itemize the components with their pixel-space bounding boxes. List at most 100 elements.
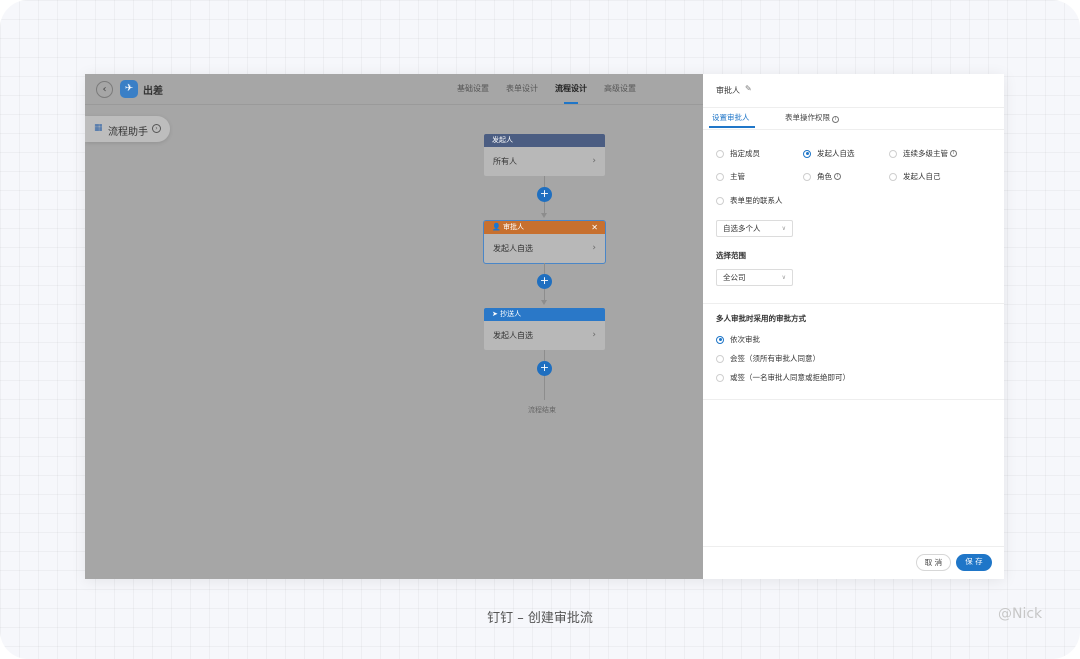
option-form-contact[interactable]: 表单里的联系人 — [716, 195, 783, 206]
save-button[interactable]: 保 存 — [956, 554, 992, 571]
tab-form-permissions[interactable]: 表单操作权限 i — [785, 112, 839, 123]
method-or-sign[interactable]: 或签（一名审批人同意或拒绝即可） — [716, 372, 850, 383]
node-head: 发起人 — [484, 134, 605, 147]
chevron-right-icon: › — [592, 156, 596, 166]
select-value: 自选多个人 — [723, 224, 761, 233]
arrow-down-icon — [541, 300, 547, 305]
radio[interactable] — [889, 149, 897, 158]
radio[interactable] — [716, 149, 724, 158]
method-sequential[interactable]: 依次审批 — [716, 334, 760, 345]
tab-form-permissions-label: 表单操作权限 — [785, 113, 830, 122]
flow-node-approver[interactable]: 👤 审批人 ✕ 发起人自选 › — [483, 220, 606, 264]
divider — [703, 546, 1004, 547]
tab-flow-design[interactable]: 流程设计 — [555, 83, 587, 104]
node-body: 发起人自选 › — [484, 234, 605, 263]
info-icon: i — [834, 173, 841, 180]
node-body: 发起人自选 › — [484, 321, 605, 350]
cancel-button[interactable]: 取 消 — [916, 554, 951, 571]
option-label: 连续多级主管 — [903, 149, 948, 158]
radio[interactable] — [716, 354, 724, 363]
info-icon: i — [950, 150, 957, 157]
method-countersign[interactable]: 会签（须所有审批人同意） — [716, 353, 820, 364]
info-icon: i — [832, 116, 839, 123]
node-head: 👤 审批人 ✕ — [484, 221, 605, 234]
grid-icon: ▦ — [94, 123, 103, 133]
option-label: 会签（须所有审批人同意） — [730, 354, 820, 363]
option-label: 指定成员 — [730, 149, 760, 158]
option-label: 发起人自己 — [903, 172, 941, 181]
option-label: 或签（一名审批人同意或拒绝即可） — [730, 373, 850, 382]
option-role[interactable]: 角色 i — [803, 171, 841, 182]
radio[interactable] — [716, 172, 724, 181]
option-label: 表单里的联系人 — [730, 196, 783, 205]
caption: 钉钉 – 创建审批流 — [487, 611, 593, 626]
radio-checked[interactable] — [803, 149, 811, 158]
option-label: 发起人自选 — [817, 149, 855, 158]
back-button[interactable]: ‹ — [96, 81, 113, 98]
option-supervisor[interactable]: 主管 — [716, 171, 745, 182]
node-body: 所有人 › — [484, 147, 605, 176]
flow-helper-label: 流程助手 — [108, 127, 148, 138]
divider — [703, 399, 1004, 400]
node-body-label: 发起人自选 — [493, 244, 533, 253]
connector-line — [544, 376, 545, 400]
node-head: ➤ 抄送人 — [484, 308, 605, 321]
radio[interactable] — [716, 373, 724, 382]
plane-icon: ✈ — [120, 80, 138, 98]
chevron-down-icon: ∨ — [781, 274, 786, 281]
page-title: 出差 — [143, 86, 163, 97]
select-mode-dropdown[interactable]: 自选多个人 ∨ — [716, 220, 793, 237]
watermark: @Nick — [998, 606, 1043, 622]
panel-title: 审批人 — [716, 86, 740, 95]
app-window: ‹ ✈ 出差 基础设置 表单设计 流程设计 高级设置 ▦ 流程助手 › 发起人 … — [85, 74, 1004, 579]
scope-dropdown[interactable]: 全公司 ∨ — [716, 269, 793, 286]
node-body-label: 所有人 — [493, 157, 517, 166]
divider — [703, 107, 1004, 108]
radio[interactable] — [889, 172, 897, 181]
radio[interactable] — [803, 172, 811, 181]
option-label: 主管 — [730, 172, 745, 181]
radio-checked[interactable] — [716, 335, 724, 344]
add-node-button[interactable]: + — [537, 187, 552, 202]
radio[interactable] — [716, 196, 724, 205]
tab-advanced[interactable]: 高级设置 — [604, 83, 636, 104]
tab-basic[interactable]: 基础设置 — [457, 83, 489, 104]
option-initiator-self[interactable]: 发起人自己 — [889, 171, 941, 182]
approval-method-label: 多人审批时采用的审批方式 — [716, 314, 806, 323]
select-value: 全公司 — [723, 273, 746, 282]
option-initiator-select[interactable]: 发起人自选 — [803, 148, 855, 159]
pencil-icon[interactable]: ✎ — [745, 84, 752, 93]
tab-form-design[interactable]: 表单设计 — [506, 83, 538, 104]
flow-canvas: ‹ ✈ 出差 基础设置 表单设计 流程设计 高级设置 ▦ 流程助手 › 发起人 … — [85, 74, 703, 579]
send-icon: ➤ — [492, 310, 501, 318]
node-head-label: 抄送人 — [500, 310, 522, 318]
settings-panel: 审批人 ✎ 设置审批人 表单操作权限 i 指定成员 发起人自选 连续多级主管 i 主… — [703, 74, 1004, 579]
flow-node-initiator[interactable]: 发起人 所有人 › — [484, 134, 605, 176]
arrow-down-icon — [541, 213, 547, 218]
node-body-label: 发起人自选 — [493, 331, 533, 340]
divider — [703, 303, 1004, 304]
chevron-right-icon: › — [592, 330, 596, 340]
top-bar: ‹ ✈ 出差 基础设置 表单设计 流程设计 高级设置 — [85, 74, 703, 105]
flow-end-label: 流程结束 — [528, 406, 556, 414]
node-head-label: 审批人 — [502, 223, 524, 231]
option-multi-level-supervisor[interactable]: 连续多级主管 i — [889, 148, 957, 159]
flow-helper-button[interactable]: ▦ 流程助手 › — [85, 116, 170, 142]
scope-label: 选择范围 — [716, 251, 746, 260]
chevron-right-icon: › — [592, 243, 596, 253]
divider — [703, 129, 1004, 130]
active-tab-indicator — [709, 126, 755, 128]
add-node-button[interactable]: + — [537, 274, 552, 289]
option-label: 角色 — [817, 172, 832, 181]
add-node-button[interactable]: + — [537, 361, 552, 376]
tab-set-approver[interactable]: 设置审批人 — [712, 112, 750, 123]
flow-node-cc[interactable]: ➤ 抄送人 发起人自选 › — [484, 308, 605, 350]
option-specified-member[interactable]: 指定成员 — [716, 148, 760, 159]
option-label: 依次审批 — [730, 335, 760, 344]
close-icon[interactable]: ✕ — [591, 221, 598, 234]
design-tabs: 基础设置 表单设计 流程设计 高级设置 — [457, 83, 653, 104]
chevron-left-icon: ‹ — [102, 84, 107, 95]
chevron-down-icon: ∨ — [781, 225, 786, 232]
circle-chevron-right-icon: › — [152, 124, 161, 133]
user-icon: 👤 — [492, 223, 503, 231]
